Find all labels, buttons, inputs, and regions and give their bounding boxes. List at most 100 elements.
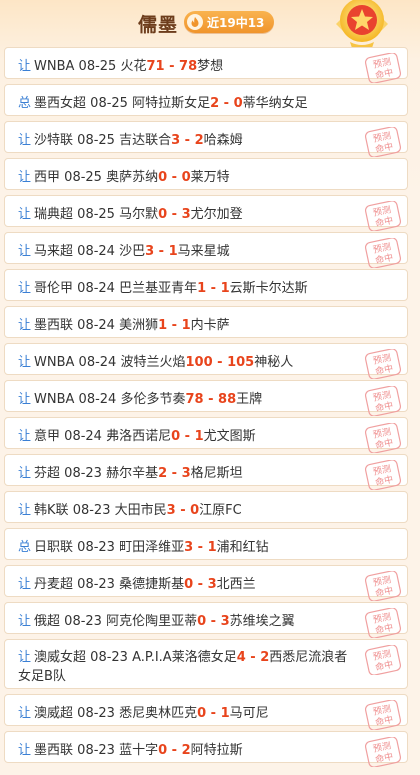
flame-icon xyxy=(187,14,203,30)
star-medal-icon xyxy=(336,0,388,50)
prediction-row[interactable]: 让韩K联 08-23 大田市民3 - 0江原FC xyxy=(4,491,408,523)
match-date: 08-25 xyxy=(90,96,128,111)
home-score: 2 xyxy=(158,466,168,481)
match-date: 08-24 xyxy=(77,244,115,259)
hit-stamp-icon: 预测命中 xyxy=(364,238,402,268)
bet-type-tag: 让 xyxy=(18,614,32,629)
match-date: 08-25 xyxy=(64,170,102,185)
league-name: 马来超 xyxy=(34,244,74,259)
score-separator: - xyxy=(245,650,261,665)
prediction-row[interactable]: 总墨西女超 08-25 阿特拉斯女足2 - 0蒂华纳女足 xyxy=(4,84,408,116)
home-team: 阿特拉斯女足 xyxy=(132,96,211,111)
home-score: 3 xyxy=(184,540,194,555)
prediction-row[interactable]: 让马来超 08-24 沙巴3 - 1马来星城 预测 命中 xyxy=(4,232,408,268)
prediction-row[interactable]: 让澳威女超 08-23 A.P.I.A莱洛德女足4 - 2西悉尼流浪者女足B队预… xyxy=(4,639,408,689)
hit-stamp-icon: 预测命中 xyxy=(364,201,402,231)
away-score: 2 xyxy=(181,743,191,758)
home-team: 町田泽维亚 xyxy=(119,540,185,555)
home-team: 阿克伦陶里亚蒂 xyxy=(106,614,198,629)
away-team: 马可尼 xyxy=(229,706,269,721)
prediction-row[interactable]: 让 WNBA 08-24 波特兰火焰100 - 105神秘人 预测 命中 xyxy=(4,343,408,379)
home-score: 71 xyxy=(146,59,165,74)
record-badge: 近19中13 xyxy=(184,11,274,33)
away-score: 0 xyxy=(181,170,191,185)
bet-type-tag: 让 xyxy=(18,244,32,259)
bet-type-tag: 总 xyxy=(18,540,32,555)
away-score: 3 xyxy=(181,207,191,222)
score-separator: - xyxy=(167,207,182,222)
league-name: 西甲 xyxy=(34,170,61,185)
prediction-row[interactable]: 让意甲 08-24 弗洛西诺尼0 - 1尤文图斯 预测 命中 xyxy=(4,417,408,453)
score-separator: - xyxy=(203,392,219,407)
league-name: 芬超 xyxy=(34,466,61,481)
score-separator: - xyxy=(206,614,221,629)
prediction-row[interactable]: 让芬超 08-23 赫尔辛基2 - 3格尼斯坦 预测 命中 xyxy=(4,454,408,490)
away-team: 哈森姆 xyxy=(203,133,243,148)
away-team: 格尼斯坦 xyxy=(190,466,243,481)
home-score: 3 xyxy=(166,503,176,518)
score-separator: - xyxy=(219,96,234,111)
prediction-row[interactable]: 让 WNBA 08-24 多伦多节奏78 - 88王牌 预测 命中 xyxy=(4,380,408,416)
prediction-row[interactable]: 让墨西联 08-24 美洲狮1 - 1内卡萨 xyxy=(4,306,408,338)
home-team: 多伦多节奏 xyxy=(120,392,186,407)
hit-stamp-icon: 预测命中 xyxy=(364,737,402,767)
expert-name: 儒墨 xyxy=(138,14,179,36)
hit-stamp-icon: 预测命中 xyxy=(364,349,402,379)
prediction-row[interactable]: 让瑞典超 08-25 马尔默0 - 3尤尔加登 预测 命中 xyxy=(4,195,408,231)
home-score: 0 xyxy=(158,743,168,758)
match-date: 08-23 xyxy=(72,503,111,518)
league-name: WNBA xyxy=(34,392,75,407)
league-name: 澳威女超 xyxy=(34,650,87,665)
prediction-row[interactable]: 让 WNBA 08-25 火花71 - 78梦想 预测 命中 xyxy=(4,47,408,83)
home-team: 波特兰火焰 xyxy=(120,355,186,370)
prediction-row[interactable]: 让澳威超 08-23 悉尼奥林匹克0 - 1马可尼 预测 命中 xyxy=(4,694,408,730)
league-name: WNBA xyxy=(34,59,75,74)
away-team: 马来星城 xyxy=(177,244,230,259)
prediction-row[interactable]: 让丹麦超 08-23 桑德捷斯基0 - 3北西兰 预测 命中 xyxy=(4,565,408,601)
hit-stamp-icon: 预测命中 xyxy=(364,608,402,638)
home-team: 美洲狮 xyxy=(119,318,159,333)
match-date: 08-23 xyxy=(90,650,128,665)
match-date: 08-24 xyxy=(78,392,117,407)
away-team: 神秘人 xyxy=(254,355,294,370)
home-team: 沙巴 xyxy=(119,244,146,259)
away-score: 1 xyxy=(220,281,230,296)
home-score: 0 xyxy=(171,429,181,444)
away-team: 内卡萨 xyxy=(190,318,230,333)
away-score: 3 xyxy=(220,614,230,629)
bet-type-tag: 让 xyxy=(18,429,32,444)
home-team: 弗洛西诺尼 xyxy=(106,429,172,444)
away-team: 蒂华纳女足 xyxy=(242,96,308,111)
score-separator: - xyxy=(167,466,182,481)
prediction-row[interactable]: 让沙特联 08-25 吉达联合3 - 2哈森姆 预测 命中 xyxy=(4,121,408,157)
away-score: 1 xyxy=(220,706,230,721)
home-team: 蓝十字 xyxy=(119,743,159,758)
league-name: 俄超 xyxy=(34,614,61,629)
score-separator: - xyxy=(206,706,221,721)
score-separator: - xyxy=(167,743,182,758)
home-score: 0 xyxy=(197,614,207,629)
away-score: 1 xyxy=(181,318,191,333)
hit-stamp-icon: 预测命中 xyxy=(364,386,402,416)
prediction-row[interactable]: 让西甲 08-25 奥萨苏纳0 - 0莱万特 xyxy=(4,158,408,190)
away-team: 江原FC xyxy=(199,503,242,518)
prediction-row[interactable]: 让俄超 08-23 阿克伦陶里亚蒂0 - 3苏维埃之翼 预测 命中 xyxy=(4,602,408,638)
bet-type-tag: 让 xyxy=(18,392,32,407)
home-score: 78 xyxy=(185,392,204,407)
prediction-row[interactable]: 让哥伦甲 08-24 巴兰基亚青年1 - 1云斯卡尔达斯 xyxy=(4,269,408,301)
match-date: 08-24 xyxy=(77,318,115,333)
match-date: 08-23 xyxy=(77,743,115,758)
away-score: 0 xyxy=(190,503,200,518)
league-name: 日职联 xyxy=(34,540,74,555)
prediction-row[interactable]: 让墨西联 08-23 蓝十字0 - 2阿特拉斯 预测 命中 xyxy=(4,731,408,767)
away-score: 3 xyxy=(207,577,217,592)
home-score: 0 xyxy=(158,207,168,222)
match-date: 08-24 xyxy=(78,355,117,370)
league-name: 瑞典超 xyxy=(34,207,74,222)
home-team: A.P.I.A莱洛德女足 xyxy=(132,650,237,665)
bet-type-tag: 让 xyxy=(18,133,32,148)
score-separator: - xyxy=(206,281,221,296)
prediction-row[interactable]: 总日职联 08-23 町田泽维亚3 - 1浦和红钻 xyxy=(4,528,408,560)
home-score: 0 xyxy=(184,577,194,592)
hit-stamp-icon: 预测命中 xyxy=(364,571,402,601)
